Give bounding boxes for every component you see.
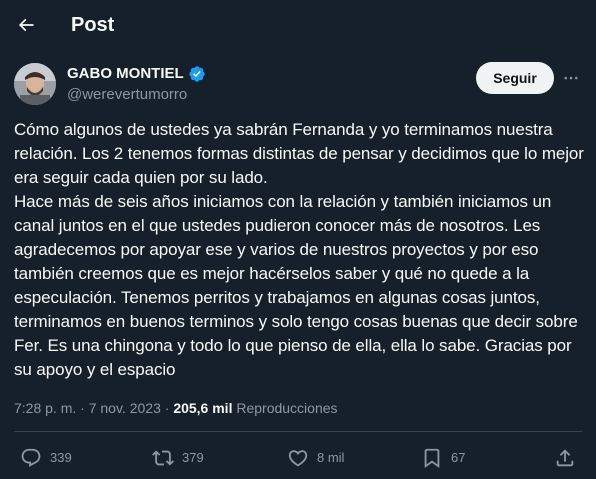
- follow-button[interactable]: Seguir: [476, 62, 554, 94]
- avatar-image: [14, 63, 56, 105]
- repost-icon: [152, 450, 174, 466]
- meta-separator: ·: [160, 400, 174, 416]
- repost-button[interactable]: 379: [152, 446, 204, 470]
- heart-icon: [288, 450, 308, 467]
- page-title: Post: [71, 14, 115, 36]
- action-bar: 339 379 8 mil 67: [0, 440, 596, 476]
- avatar[interactable]: [14, 63, 56, 105]
- reply-icon: [21, 448, 41, 467]
- more-button[interactable]: [560, 68, 582, 88]
- more-horizontal-icon: [564, 76, 578, 80]
- author-handle[interactable]: @werevertumorro: [67, 85, 206, 105]
- share-icon: [556, 449, 574, 467]
- bookmark-count: 67: [451, 450, 466, 465]
- reply-count: 339: [50, 450, 72, 465]
- back-button[interactable]: [8, 7, 44, 43]
- reply-button[interactable]: 339: [20, 446, 72, 470]
- author-info[interactable]: GABO MONTIEL @werevertumorro: [67, 64, 206, 105]
- like-count: 8 mil: [317, 450, 345, 465]
- author-name[interactable]: GABO MONTIEL: [67, 64, 184, 84]
- tweet-time[interactable]: 7:28 p. m.: [14, 400, 76, 416]
- views-count: 205,6 mil: [173, 400, 233, 416]
- bookmark-icon: [424, 448, 440, 469]
- views-label: Reproducciones: [232, 400, 338, 416]
- like-button[interactable]: 8 mil: [287, 446, 344, 470]
- repost-count: 379: [182, 450, 204, 465]
- meta-separator: ·: [76, 400, 89, 416]
- tweet-date[interactable]: 7 nov. 2023: [89, 400, 161, 416]
- tweet-text: Cómo algunos de ustedes ya sabrán Fernan…: [14, 120, 584, 379]
- verified-badge-icon: [188, 66, 205, 82]
- bookmark-button[interactable]: 67: [421, 446, 465, 470]
- tweet-meta: 7:28 p. m. · 7 nov. 2023 · 205,6 mil Rep…: [14, 398, 338, 418]
- top-bar: Post: [0, 0, 596, 50]
- arrow-left-icon: [18, 18, 34, 32]
- share-button[interactable]: [554, 446, 576, 470]
- divider: [14, 431, 582, 432]
